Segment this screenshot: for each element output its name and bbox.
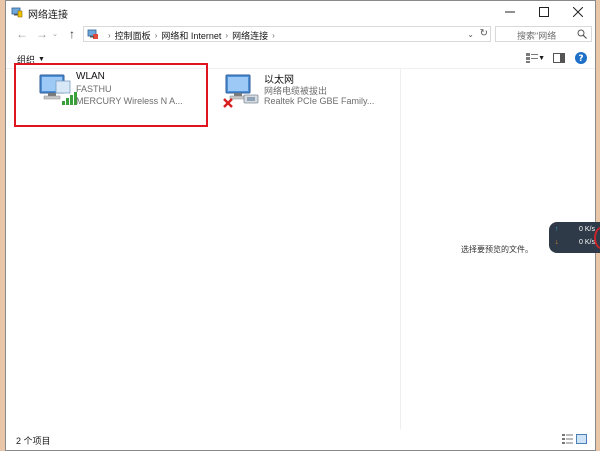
download-arrow-icon: ↓: [555, 239, 559, 246]
title-bar[interactable]: 网络连接: [6, 1, 595, 23]
status-view-buttons: [562, 434, 587, 444]
chevron-right-icon: ›: [108, 31, 111, 40]
address-dropdown-icon[interactable]: ⌄: [467, 30, 474, 39]
preview-pane-icon: [553, 53, 565, 63]
chevron-right-icon[interactable]: ›: [155, 31, 158, 40]
connections-list: WLAN FASTHU MERCURY Wireless N A... 以太网 …: [6, 63, 400, 429]
network-speed-widget[interactable]: ↑ 0 K/s ↓ 0 K/s: [549, 222, 600, 253]
upload-speed-row: ↑ 0 K/s: [555, 226, 595, 233]
address-bar[interactable]: › 控制面板 › 网络和 Internet › 网络连接 › ⌄ ↻: [83, 26, 491, 42]
view-options-icon: [526, 53, 538, 63]
back-button[interactable]: ←: [14, 26, 30, 42]
connection-item-wlan[interactable]: WLAN FASTHU MERCURY Wireless N A...: [14, 63, 208, 127]
refresh-icon[interactable]: ↻: [480, 28, 488, 39]
arrow-left-icon: ←: [16, 27, 28, 41]
minimize-button[interactable]: [493, 1, 527, 23]
details-view-icon[interactable]: [562, 434, 573, 444]
connection-item-ethernet[interactable]: 以太网 网络电缆被拔出 Realtek PCIe GBE Family...: [204, 65, 394, 125]
control-panel-icon: [87, 29, 98, 39]
arrow-right-icon: →: [36, 27, 48, 41]
download-speed: 0 K/s: [579, 239, 595, 246]
up-button[interactable]: ↑: [64, 26, 80, 42]
arrow-up-icon: ↑: [69, 27, 75, 41]
caret-down-icon: ▼: [538, 54, 545, 62]
help-button[interactable]: ?: [575, 52, 587, 64]
upload-speed: 0 K/s: [579, 226, 595, 233]
view-menu-button[interactable]: ▼: [538, 52, 545, 64]
large-icons-view-icon[interactable]: [576, 434, 587, 444]
download-speed-row: ↓ 0 K/s: [555, 239, 595, 246]
maximize-icon: [539, 7, 549, 17]
ethernet-disconnected-icon: [223, 74, 259, 108]
search-input[interactable]: 搜索"网络: [517, 29, 556, 42]
svg-text:?: ?: [578, 54, 583, 64]
change-view-button[interactable]: [526, 52, 538, 64]
upload-arrow-icon: ↑: [555, 226, 559, 233]
connection-status: FASTHU: [76, 84, 112, 94]
network-folder-icon: [11, 7, 23, 18]
breadcrumb-network-connections[interactable]: 网络连接: [232, 29, 268, 42]
preview-placeholder-text: 选择要预览的文件。: [461, 245, 533, 254]
help-icon: ?: [575, 52, 587, 64]
search-icon[interactable]: [577, 29, 587, 39]
recent-locations-button[interactable]: ⌄: [50, 26, 60, 42]
window-title: 网络连接: [28, 10, 68, 21]
connection-device: MERCURY Wireless N A...: [76, 96, 183, 106]
search-box[interactable]: 搜索"网络: [495, 26, 592, 42]
item-count: 2 个项目: [16, 436, 51, 446]
minimize-icon: [505, 11, 515, 13]
breadcrumb-control-panel[interactable]: 控制面板: [115, 29, 151, 42]
connection-name: WLAN: [76, 71, 105, 82]
forward-button[interactable]: →: [34, 26, 50, 42]
breadcrumb: › 控制面板 › 网络和 Internet › 网络连接 ›: [104, 29, 279, 42]
breadcrumb-network-internet[interactable]: 网络和 Internet: [161, 29, 221, 42]
caret-down-icon: ▼: [38, 56, 45, 63]
network-connections-window: 网络连接 ← → ⌄ ↑ › 控制面板 › 网络和 Internet › 网络连…: [5, 0, 596, 451]
chevron-right-icon[interactable]: ›: [225, 31, 228, 40]
preview-pane-button[interactable]: [553, 52, 565, 64]
status-bar: 2 个项目: [6, 430, 595, 450]
chevron-right-icon[interactable]: ›: [272, 31, 275, 40]
close-icon: [573, 7, 583, 17]
maximize-button[interactable]: [527, 1, 561, 23]
connection-device: Realtek PCIe GBE Family...: [264, 96, 375, 106]
close-button[interactable]: [561, 1, 595, 23]
chevron-down-icon: ⌄: [52, 31, 58, 38]
navigation-row: ← → ⌄ ↑ › 控制面板 › 网络和 Internet › 网络连接 › ⌄…: [6, 23, 595, 45]
